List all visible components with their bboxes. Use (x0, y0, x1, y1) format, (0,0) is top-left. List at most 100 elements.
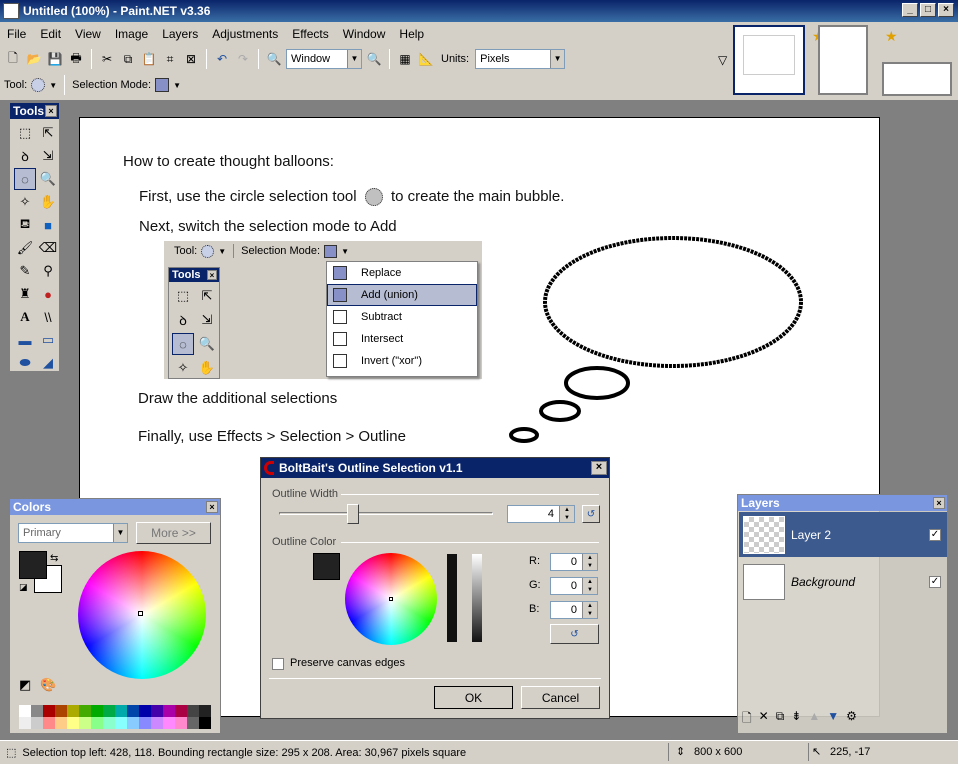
outline-width-input[interactable]: 4 ▲ ▼ (507, 505, 575, 523)
layer-thumbnail (743, 515, 785, 554)
clone-stamp-icon[interactable]: ♜ (14, 283, 36, 305)
title-bar: Untitled (100%) - Paint.NET v3.36 _ □ × (0, 0, 958, 22)
rulers-icon[interactable]: 📐 (417, 50, 435, 68)
value-slider[interactable] (447, 554, 457, 642)
move-layer-up-icon[interactable]: ▲ (808, 709, 820, 730)
layer-properties-icon[interactable]: ⚙ (846, 709, 857, 730)
more-colors-button[interactable]: More >> (136, 522, 211, 544)
g-input[interactable]: 0 ▲ ▼ (550, 577, 598, 595)
freeform-shape-icon[interactable]: ◢ (37, 352, 59, 374)
ok-button[interactable]: OK (434, 686, 513, 709)
move-selection-icon[interactable]: ⇲ (37, 145, 59, 167)
print-icon[interactable]: 🖶 (67, 50, 85, 68)
r-input[interactable]: 0 ▲ ▼ (550, 553, 598, 571)
menu-layers[interactable]: Layers (155, 27, 205, 41)
zoom-out-icon[interactable]: 🔍 (265, 50, 283, 68)
layer-visible-checkbox[interactable]: ✓ (929, 528, 941, 541)
menu-edit[interactable]: Edit (33, 27, 68, 41)
delete-layer-icon[interactable]: ✕ (759, 709, 769, 730)
layer-row-background[interactable]: Background ✓ (739, 559, 947, 604)
gradient-icon[interactable]: ■ (37, 214, 59, 236)
outline-color-swatch[interactable] (313, 553, 340, 580)
chevron-down-icon[interactable]: ▼ (49, 81, 57, 90)
close-button[interactable]: × (938, 3, 954, 17)
crop-icon[interactable]: ⌗ (161, 50, 179, 68)
preserve-edges-checkbox[interactable] (272, 658, 284, 670)
line-curve-icon[interactable]: \\ (37, 306, 59, 328)
primary-color-swatch[interactable] (19, 551, 47, 579)
move-layer-down-icon[interactable]: ▼ (827, 709, 839, 730)
zoom-combo[interactable]: Window ▼ (286, 49, 362, 69)
outline-width-slider-thumb[interactable] (347, 504, 359, 524)
alpha-slider[interactable] (472, 554, 482, 642)
menu-view[interactable]: View (68, 27, 108, 41)
copy-icon[interactable]: ⧉ (119, 50, 137, 68)
cancel-button[interactable]: Cancel (521, 686, 600, 709)
outline-color-wheel[interactable] (345, 553, 437, 645)
ellipse-select-icon[interactable]: ◌ (14, 168, 36, 190)
menu-adjustments[interactable]: Adjustments (205, 27, 285, 41)
palette-icon[interactable]: ◩ (19, 677, 31, 693)
ellipse-icon[interactable]: ⬬ (14, 352, 36, 374)
close-icon[interactable]: × (45, 105, 57, 117)
deselect-icon[interactable]: ⊠ (182, 50, 200, 68)
color-mode-combo[interactable]: Primary ▼ (18, 523, 128, 543)
dialog-close-button[interactable]: × (591, 461, 607, 475)
add-layer-icon[interactable]: 🗋 (742, 709, 752, 730)
b-input[interactable]: 0 ▲ ▼ (550, 601, 598, 619)
recolor-icon[interactable]: ● (37, 283, 59, 305)
rounded-rectangle-icon[interactable]: ▭ (37, 329, 59, 351)
menu-window[interactable]: Window (336, 27, 393, 41)
save-icon[interactable]: 💾 (46, 50, 64, 68)
open-icon[interactable]: 📂 (25, 50, 43, 68)
move-icon[interactable]: ⇱ (37, 122, 59, 144)
color-picker-icon[interactable]: ⚲ (37, 260, 59, 282)
pan-hand-icon[interactable]: ✋ (37, 191, 59, 213)
redo-icon[interactable]: ↷ (234, 50, 252, 68)
lasso-icon[interactable]: ꝺ (14, 145, 36, 167)
undo-icon[interactable]: ↶ (213, 50, 231, 68)
layer-visible-checkbox[interactable]: ✓ (929, 575, 941, 588)
outline-width-slider-track[interactable] (279, 512, 493, 515)
eraser-icon[interactable]: ⌫ (37, 237, 59, 259)
merge-layer-icon[interactable]: ⇟ (791, 709, 801, 730)
swap-colors-icon[interactable]: ⇆ (50, 553, 58, 564)
selection-mode-icon[interactable] (155, 78, 170, 92)
color-palette[interactable] (19, 705, 211, 729)
zoom-in-icon[interactable]: 🔍 (365, 50, 383, 68)
paste-icon[interactable]: 📋 (140, 50, 158, 68)
reset-colors-icon[interactable]: ◪ (19, 582, 28, 593)
maximize-button[interactable]: □ (920, 3, 936, 17)
palette-menu-icon[interactable]: 🎨 (40, 677, 56, 693)
grid-icon[interactable]: ▦ (396, 50, 414, 68)
magic-wand-icon[interactable]: ✧ (14, 191, 36, 213)
layer-row-layer2[interactable]: Layer 2 ✓ (739, 512, 947, 557)
menu-file[interactable]: File (0, 27, 33, 41)
close-icon[interactable]: × (933, 497, 945, 509)
rectangle-icon[interactable]: ▬ (14, 329, 36, 351)
cut-icon[interactable]: ✂ (98, 50, 116, 68)
zoom-icon[interactable]: 🔍 (37, 168, 59, 190)
rect-select-icon[interactable]: ⬚ (14, 122, 36, 144)
close-icon[interactable]: × (206, 501, 218, 513)
pencil-icon[interactable]: ✎ (14, 260, 36, 282)
ellipse-select-tool-icon[interactable] (31, 78, 46, 92)
image-thumbnail-2[interactable] (818, 25, 868, 95)
image-thumbnail-1[interactable] (733, 25, 805, 95)
color-wheel[interactable] (78, 551, 206, 679)
paint-bucket-icon[interactable]: ⛾ (14, 214, 36, 236)
image-thumbnail-3[interactable] (882, 62, 952, 96)
minimize-button[interactable]: _ (902, 3, 918, 17)
reset-width-button[interactable]: ↺ (582, 505, 600, 523)
units-combo[interactable]: Pixels ▼ (475, 49, 566, 69)
reset-color-button[interactable]: ↺ (550, 624, 599, 644)
duplicate-layer-icon[interactable]: ⧉ (776, 709, 785, 730)
new-icon[interactable]: 🗋 (4, 50, 22, 68)
menu-help[interactable]: Help (392, 27, 431, 41)
menu-effects[interactable]: Effects (285, 27, 335, 41)
chevron-down-icon[interactable]: ▼ (173, 81, 181, 90)
menu-image[interactable]: Image (108, 27, 155, 41)
filter-icon[interactable]: ▽ (718, 53, 727, 67)
paintbrush-icon[interactable]: 🖌 (14, 237, 36, 259)
text-icon[interactable]: A (14, 306, 36, 328)
